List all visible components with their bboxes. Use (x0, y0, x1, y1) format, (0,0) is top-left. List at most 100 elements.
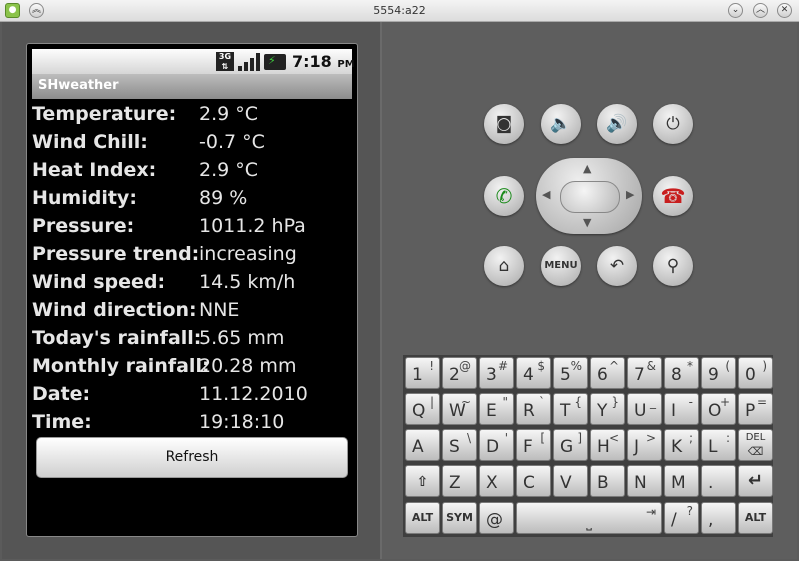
dpad-up-icon[interactable]: ▲ (583, 162, 591, 175)
enter-key[interactable]: ↵ (738, 465, 773, 497)
weather-label: Pressure: (32, 215, 135, 237)
weather-row: Wind direction: NNE (32, 297, 352, 325)
dpad-right-icon[interactable]: ▶ (626, 188, 634, 201)
end-call-button[interactable]: ☎ (653, 176, 693, 216)
key-e[interactable]: E " (479, 393, 514, 425)
weather-label: Wind direction: (32, 299, 197, 321)
key-z[interactable]: Z (442, 465, 477, 497)
key-v[interactable]: V (553, 465, 588, 497)
weather-row: Temperature: 2.9 °C (32, 101, 352, 129)
key-9[interactable]: 9( (701, 357, 736, 389)
call-button[interactable]: ✆ (484, 176, 524, 216)
window-titlebar: ● ︽ 5554:a22 ⌄ ︿ ✕ (0, 0, 799, 22)
key-c[interactable]: C (516, 465, 551, 497)
key-f[interactable]: F[ (516, 429, 551, 461)
key-l[interactable]: L: (701, 429, 736, 461)
sym-key[interactable]: SYM (442, 502, 477, 534)
weather-value: 1011.2 hPa (199, 215, 306, 237)
weather-value: 19:18:10 (199, 411, 285, 433)
weather-row: Monthly rainfall: 20.28 mm (32, 353, 352, 381)
enter-icon: ↵ (747, 470, 764, 491)
weather-row: Pressure trend: increasing (32, 241, 352, 269)
weather-value: 5.65 mm (199, 327, 285, 349)
weather-label: Temperature: (32, 103, 177, 125)
dpad-center-button[interactable] (560, 181, 620, 213)
key-i[interactable]: I- (664, 393, 699, 425)
weather-row: Date: 11.12.2010 (32, 381, 352, 409)
app-title-bar: SHweather (32, 74, 352, 99)
camera-button[interactable]: ◙ (484, 104, 524, 144)
key-y[interactable]: Y} (590, 393, 625, 425)
shift-icon: ⇧ (416, 474, 429, 490)
dpad[interactable]: ▲ ▼ ◀ ▶ (536, 158, 642, 234)
key-h[interactable]: H < (590, 429, 625, 461)
weather-value: 2.9 °C (199, 159, 259, 181)
volume-up-button[interactable]: 🔊 (597, 104, 637, 144)
key-2[interactable]: 2 @ (442, 357, 477, 389)
alt-left-key[interactable]: ALT (405, 502, 440, 534)
key-5[interactable]: 5% (553, 357, 588, 389)
key-4[interactable]: 4 $ (516, 357, 551, 389)
power-button[interactable]: ⏻ (653, 104, 693, 144)
app-title: SHweather (38, 78, 119, 93)
weather-label: Monthly rainfall: (32, 355, 210, 377)
key-x[interactable]: X (479, 465, 514, 497)
key-8[interactable]: 8 * (664, 357, 699, 389)
key-r[interactable]: R ` (516, 393, 551, 425)
weather-value: 14.5 km/h (199, 271, 296, 293)
space-key[interactable]: ⎵ ⇥ (516, 502, 662, 534)
key-b[interactable]: B (590, 465, 625, 497)
battery-charging-icon (264, 54, 286, 70)
weather-label: Date: (32, 383, 91, 405)
key-a[interactable]: A (405, 429, 440, 461)
weather-value: -0.7 °C (199, 131, 265, 153)
search-button[interactable]: ⚲ (653, 246, 693, 286)
back-button[interactable]: ↶ (597, 246, 637, 286)
key-6[interactable]: 6 ^ (590, 357, 625, 389)
key-m[interactable]: M (664, 465, 699, 497)
key-w[interactable]: W ~ (442, 393, 477, 425)
network-3g-icon: 3G ⇅ (216, 52, 234, 71)
dpad-down-icon[interactable]: ▼ (583, 216, 591, 229)
key-3[interactable]: 3 # (479, 357, 514, 389)
key-t[interactable]: T{ (553, 393, 588, 425)
comma-key[interactable]: , (701, 502, 736, 534)
slash-key[interactable]: /? (664, 502, 699, 534)
refresh-button[interactable]: Refresh (36, 437, 348, 478)
key-u[interactable]: U _ (627, 393, 662, 425)
menu-button[interactable]: MENU (541, 246, 581, 286)
minimize-icon[interactable]: ⌄ (728, 3, 743, 18)
volume-down-button[interactable]: 🔈 (541, 104, 581, 144)
alt-right-key[interactable]: ALT (738, 502, 773, 534)
weather-row: Today's rainfall: 5.65 mm (32, 325, 352, 353)
weather-value: increasing (199, 243, 297, 265)
key-d[interactable]: D ' (479, 429, 514, 461)
key-s[interactable]: S \ (442, 429, 477, 461)
weather-row: Pressure: 1011.2 hPa (32, 213, 352, 241)
key-p[interactable]: P = (738, 393, 773, 425)
home-button[interactable]: ⌂ (484, 246, 524, 286)
key-7[interactable]: 7 & (627, 357, 662, 389)
weather-row: Wind speed: 14.5 km/h (32, 269, 352, 297)
delete-key[interactable]: DEL ⌫ (738, 429, 773, 461)
key-k[interactable]: K; (664, 429, 699, 461)
weather-value: 20.28 mm (199, 355, 297, 377)
key-j[interactable]: J > (627, 429, 662, 461)
weather-value: 2.9 °C (199, 103, 259, 125)
key-n[interactable]: N (627, 465, 662, 497)
weather-row: Wind Chill: -0.7 °C (32, 129, 352, 157)
weather-row: Time: 19:18:10 (32, 409, 352, 437)
weather-label: Wind speed: (32, 271, 166, 293)
key-q[interactable]: Q | (405, 393, 440, 425)
key-o[interactable]: O + (701, 393, 736, 425)
key-0[interactable]: 0) (738, 357, 773, 389)
key-1[interactable]: 1! (405, 357, 440, 389)
weather-label: Time: (32, 411, 92, 433)
shift-key[interactable]: ⇧ (405, 465, 440, 497)
close-icon[interactable]: ✕ (777, 3, 792, 18)
dpad-left-icon[interactable]: ◀ (542, 188, 550, 201)
key-period[interactable]: . (701, 465, 736, 497)
maximize-icon[interactable]: ︿ (753, 3, 768, 18)
key-g[interactable]: G] (553, 429, 588, 461)
at-key[interactable]: @ (479, 502, 514, 534)
